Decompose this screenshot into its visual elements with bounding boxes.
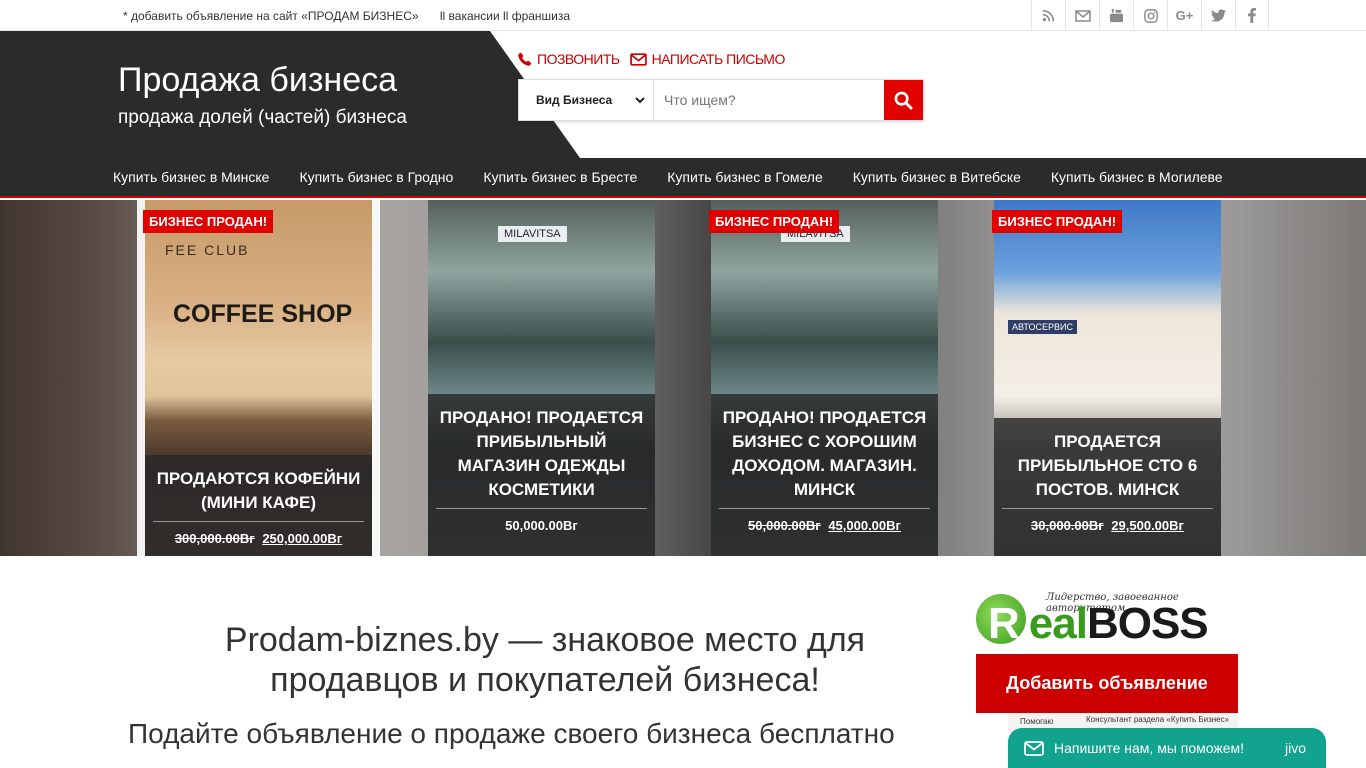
logo-mid: eal	[1028, 599, 1088, 648]
instagram-icon[interactable]	[1133, 0, 1167, 31]
slide-caption: ПРОДАНО! ПРОДАЕТСЯ БИЗНЕС С ХОРОШИМ ДОХО…	[711, 394, 938, 556]
consultant-left-text: Помогаю	[1020, 717, 1054, 726]
price: 50,000.00Вг	[505, 518, 578, 533]
logo-first-letter: R	[988, 599, 1020, 648]
old-price: 30,000.00Вг	[1031, 518, 1104, 533]
nav-item-grodno[interactable]: Купить бизнес в Гродно	[299, 169, 453, 185]
search-input[interactable]	[654, 80, 884, 120]
main-nav: Купить бизнес в Минске Купить бизнес в Г…	[0, 158, 1366, 198]
add-listing-button[interactable]: Добавить объявление	[976, 654, 1238, 713]
google-plus-icon[interactable]: G+	[1167, 0, 1201, 31]
sold-badge: БИЗНЕС ПРОДАН!	[709, 210, 840, 233]
business-type-value: Вид Бизнеса	[536, 93, 613, 107]
search-icon	[894, 91, 913, 110]
add-listing-link[interactable]: * добавить объявление на сайт «ПРОДАМ БИ…	[123, 9, 419, 23]
slide-caption: ПРОДАЕТСЯ ПРИБЫЛЬНОЕ СТО 6 ПОСТОВ. МИНСК…	[994, 418, 1221, 556]
mail-label: НАПИСАТЬ ПИСЬМО	[651, 51, 786, 67]
featured-slider: FEE CLUB COFFEE SHOP БИЗНЕС ПРОДАН! ПРОД…	[0, 200, 1366, 556]
slide-title[interactable]: ПРОДАНО! ПРОДАЕТСЯ ПРИБЫЛЬНЫЙ МАГАЗИН ОД…	[436, 406, 647, 509]
photo-sign-text: АВТОСЕРВИС	[1008, 320, 1077, 334]
chat-brand: jivo	[1284, 740, 1306, 756]
logo-last: BOSS	[1086, 599, 1209, 648]
site-title[interactable]: Продажа бизнеса	[118, 61, 397, 100]
contact-links: ПОЗВОНИТЬ НАПИСАТЬ ПИСЬМО	[518, 51, 785, 67]
site-subtitle: продажа долей (частей) бизнеса	[118, 107, 407, 128]
search-form: Вид Бизнеса	[518, 79, 924, 121]
sold-badge: БИЗНЕС ПРОДАН!	[143, 210, 274, 233]
business-type-select[interactable]: Вид Бизнеса	[519, 80, 654, 120]
envelope-icon	[629, 52, 647, 66]
page-headline: Prodam-biznes.by — знаковое место для пр…	[224, 621, 866, 699]
slide-title[interactable]: ПРОДАЕТСЯ ПРИБЫЛЬНОЕ СТО 6 ПОСТОВ. МИНСК	[1002, 430, 1213, 509]
slide-card[interactable]: MILAVITSA ПРОДАНО! ПРОДАЕТСЯ ПРИБЫЛЬНЫЙ …	[420, 200, 663, 556]
email-icon[interactable]	[1065, 0, 1099, 31]
chat-label: Напишите нам, мы поможем!	[1054, 740, 1245, 756]
call-link[interactable]: ПОЗВОНИТЬ	[518, 51, 620, 67]
slide-card[interactable]: АВТОСЕРВИС БИЗНЕС ПРОДАН! ПРОДАЕТСЯ ПРИБ…	[986, 200, 1229, 556]
top-links: * добавить объявление на сайт «ПРОДАМ БИ…	[123, 9, 588, 23]
twitter-icon[interactable]	[1201, 0, 1235, 31]
slide-price: 30,000.00Вг 29,500.00Вг	[1002, 518, 1213, 533]
nav-item-mogilev[interactable]: Купить бизнес в Могилеве	[1051, 169, 1223, 185]
call-label: ПОЗВОНИТЬ	[537, 51, 620, 67]
photo-sign-text: MILAVITSA	[498, 226, 567, 242]
chat-envelope-icon	[1024, 740, 1044, 756]
site-header: Продажа бизнеса продажа долей (частей) б…	[0, 31, 1366, 158]
page-subheadline: Подайте объявление о продаже своего бизн…	[128, 718, 895, 749]
nav-item-brest[interactable]: Купить бизнес в Бресте	[483, 169, 637, 185]
search-button[interactable]	[884, 80, 923, 120]
slide-title[interactable]: ПРОДАЮТСЯ КОФЕЙНИ (МИНИ КАФЕ)	[153, 467, 364, 522]
nav-item-gomel[interactable]: Купить бизнес в Гомеле	[667, 169, 822, 185]
chevron-down-icon	[635, 96, 645, 103]
mail-link[interactable]: НАПИСАТЬ ПИСЬМО	[629, 51, 786, 67]
photo-shop-text: COFFEE SHOP	[173, 300, 353, 328]
vacancies-franchise-link[interactable]: ll вакансии ll франшиза	[440, 9, 570, 23]
phone-icon	[518, 52, 532, 66]
realboss-logo[interactable]: Лидерство, завоеванное авторитетом RealB…	[976, 590, 1238, 654]
nav-item-minsk[interactable]: Купить бизнес в Минске	[113, 169, 269, 185]
slide-caption: ПРОДАНО! ПРОДАЕТСЯ ПРИБЫЛЬНЫЙ МАГАЗИН ОД…	[428, 394, 655, 556]
slide-card[interactable]: MILAVITSA БИЗНЕС ПРОДАН! ПРОДАНО! ПРОДАЕ…	[703, 200, 946, 556]
nav-item-vitebsk[interactable]: Купить бизнес в Витебске	[853, 169, 1021, 185]
chat-widget[interactable]: Напишите нам, мы поможем! jivo	[1008, 728, 1326, 768]
consultant-right-text: Консультант раздела «Купить Бизнес»	[1086, 715, 1230, 724]
photo-sign-text: FEE CLUB	[165, 242, 250, 258]
old-price: 50,000.00Вг	[748, 518, 821, 533]
rss-icon[interactable]	[1031, 0, 1065, 31]
new-price: 29,500.00Вг	[1111, 518, 1184, 533]
youtube-icon[interactable]	[1099, 0, 1133, 31]
slide-title[interactable]: ПРОДАНО! ПРОДАЕТСЯ БИЗНЕС С ХОРОШИМ ДОХО…	[719, 406, 930, 509]
social-links: G+	[1031, 0, 1269, 31]
slide-price: 50,000.00Вг 45,000.00Вг	[719, 518, 930, 533]
new-price: 250,000.00Вг	[262, 531, 343, 546]
slide-price: 300,000.00Вг 250,000.00Вг	[153, 531, 364, 546]
new-price: 45,000.00Вг	[828, 518, 901, 533]
logo-wordmark: RealBOSS	[988, 599, 1209, 648]
facebook-icon[interactable]	[1235, 0, 1269, 31]
slide-card[interactable]: FEE CLUB COFFEE SHOP БИЗНЕС ПРОДАН! ПРОД…	[137, 200, 380, 556]
slide-price: 50,000.00Вг	[436, 518, 647, 533]
top-bar: * добавить объявление на сайт «ПРОДАМ БИ…	[0, 0, 1366, 31]
sold-badge: БИЗНЕС ПРОДАН!	[992, 210, 1123, 233]
slide-caption: ПРОДАЮТСЯ КОФЕЙНИ (МИНИ КАФЕ) 300,000.00…	[145, 455, 372, 556]
old-price: 300,000.00Вг	[174, 531, 255, 546]
